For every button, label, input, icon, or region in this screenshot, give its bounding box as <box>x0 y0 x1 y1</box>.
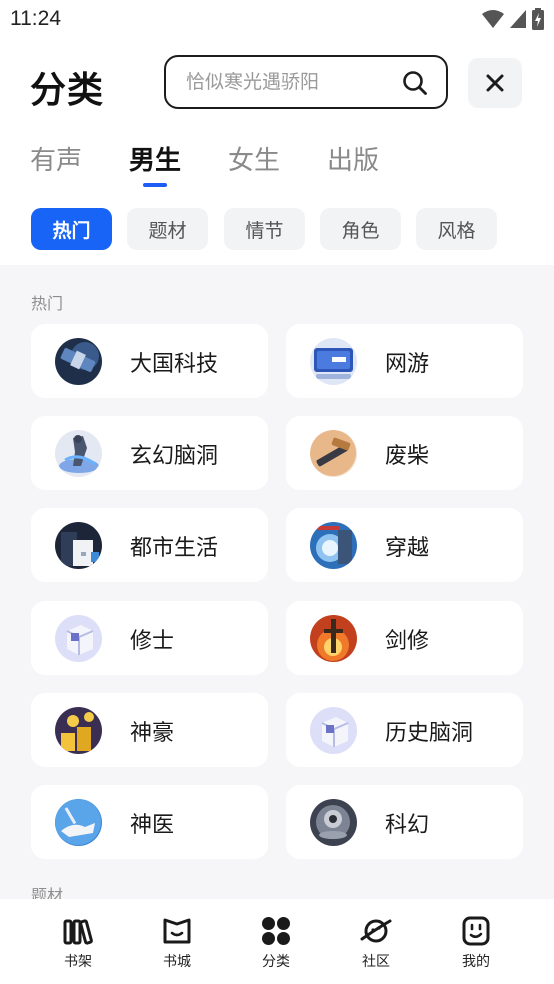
community-planet-icon <box>360 919 392 943</box>
category-card-tech[interactable]: 大国科技 <box>31 324 268 398</box>
section-label-theme: 题材 <box>31 886 64 899</box>
tab-publishing[interactable]: 出版 <box>327 140 379 177</box>
category-label: 废柴 <box>385 444 430 469</box>
nav-category[interactable]: 分类 <box>246 913 306 973</box>
broken-wood-icon <box>310 430 357 477</box>
search-input[interactable] <box>186 69 386 95</box>
portal-icon <box>310 522 357 569</box>
bottom-nav: 书架 书城 分类 社区 我的 <box>0 899 554 984</box>
nav-label: 我的 <box>462 954 490 970</box>
close-icon <box>486 74 504 92</box>
chip-role[interactable]: 角色 <box>320 208 401 250</box>
chip-style[interactable]: 风格 <box>416 208 497 250</box>
signal-icon <box>510 10 526 28</box>
bookstore-icon <box>163 918 191 944</box>
category-label: 网游 <box>385 352 430 377</box>
category-icon <box>262 917 290 945</box>
satellite-icon <box>55 338 102 385</box>
tab-audio[interactable]: 有声 <box>30 140 82 177</box>
category-card-urban[interactable]: 都市生活 <box>31 508 268 582</box>
nav-label: 书城 <box>163 954 191 970</box>
category-label: 神医 <box>130 813 175 838</box>
category-label: 修士 <box>130 629 175 654</box>
category-content: 热门 大国科技 网游 玄幻脑洞 废柴 都市生活 穿越 修士 剑修 神豪 历史脑洞… <box>0 265 554 899</box>
category-label: 玄幻脑洞 <box>130 444 219 469</box>
search-box[interactable] <box>164 55 448 109</box>
nav-label: 分类 <box>262 954 290 970</box>
category-card-cultivator[interactable]: 修士 <box>31 601 268 675</box>
tab-female[interactable]: 女生 <box>228 140 280 177</box>
category-label: 剑修 <box>385 629 430 654</box>
wifi-icon <box>482 10 504 28</box>
nav-bookstore[interactable]: 书城 <box>147 913 207 973</box>
category-label: 大国科技 <box>130 352 219 377</box>
search-icon[interactable] <box>402 70 428 96</box>
category-label: 科幻 <box>385 813 430 838</box>
city-icon <box>55 522 102 569</box>
category-card-loser[interactable]: 废柴 <box>286 416 523 490</box>
profile-face-icon <box>462 916 490 946</box>
sword-icon <box>310 615 357 662</box>
fantasy-figure-icon <box>55 430 102 477</box>
category-label: 都市生活 <box>130 536 219 561</box>
bookshelf-icon <box>63 919 93 945</box>
nav-profile[interactable]: 我的 <box>446 913 506 973</box>
category-card-time-travel[interactable]: 穿越 <box>286 508 523 582</box>
nav-community[interactable]: 社区 <box>346 913 406 973</box>
battery-icon <box>532 8 544 30</box>
chip-theme[interactable]: 题材 <box>127 208 208 250</box>
status-time: 11:24 <box>10 7 61 30</box>
category-label: 神豪 <box>130 721 175 746</box>
chip-plot[interactable]: 情节 <box>224 208 305 250</box>
category-card-fantasy[interactable]: 玄幻脑洞 <box>31 416 268 490</box>
category-card-sword-cultivator[interactable]: 剑修 <box>286 601 523 675</box>
healing-hand-icon <box>55 799 102 846</box>
category-card-history[interactable]: 历史脑洞 <box>286 693 523 767</box>
close-button[interactable] <box>468 58 522 108</box>
nav-label: 书架 <box>64 954 92 970</box>
game-screen-icon <box>310 338 357 385</box>
category-label: 穿越 <box>385 536 430 561</box>
category-card-doctor[interactable]: 神医 <box>31 785 268 859</box>
chip-hot[interactable]: 热门 <box>31 208 112 250</box>
header: 分类 <box>0 55 554 111</box>
cube-icon <box>55 615 102 662</box>
tab-active-indicator <box>143 183 167 187</box>
cube-icon <box>310 707 357 754</box>
section-label-hot: 热门 <box>31 294 64 313</box>
page-title: 分类 <box>30 70 105 111</box>
status-icons <box>482 8 544 30</box>
category-label: 历史脑洞 <box>385 721 474 746</box>
alien-planet-icon <box>310 799 357 846</box>
status-bar: 11:24 <box>0 0 554 40</box>
gold-coins-icon <box>55 707 102 754</box>
category-card-scifi[interactable]: 科幻 <box>286 785 523 859</box>
category-card-online-game[interactable]: 网游 <box>286 324 523 398</box>
nav-label: 社区 <box>362 954 390 970</box>
category-card-tycoon[interactable]: 神豪 <box>31 693 268 767</box>
nav-bookshelf[interactable]: 书架 <box>48 913 108 973</box>
tab-male[interactable]: 男生 <box>129 140 181 177</box>
